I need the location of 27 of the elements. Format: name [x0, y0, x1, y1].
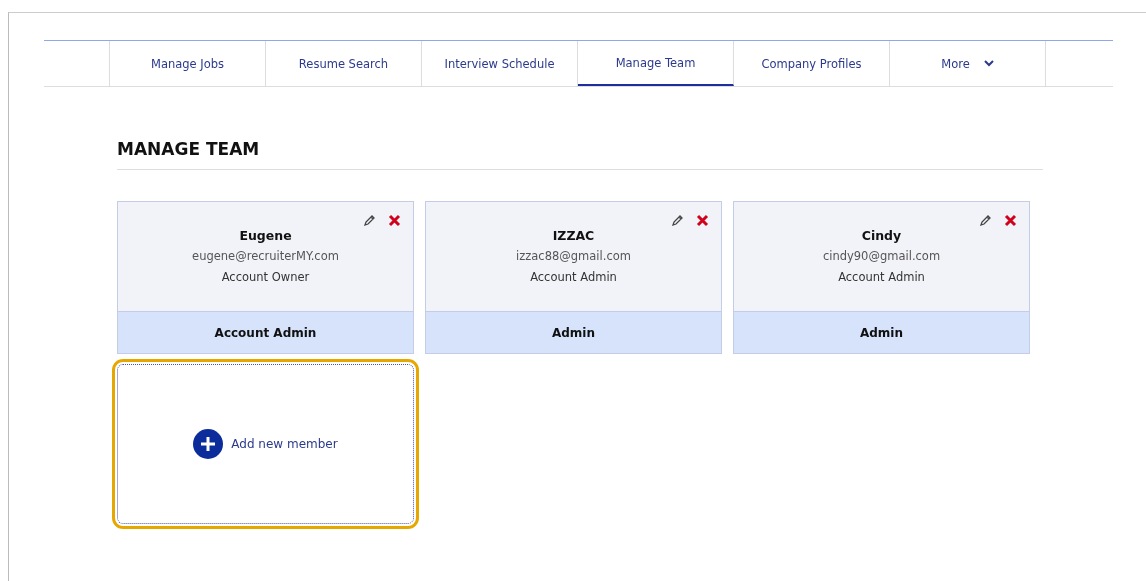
access-level-bar: Admin: [734, 311, 1029, 353]
pencil-icon[interactable]: [363, 214, 376, 227]
member-name: Cindy: [860, 228, 903, 243]
access-level-bar: Account Admin: [118, 311, 413, 353]
pencil-icon[interactable]: [671, 214, 684, 227]
page-heading: MANAGE TEAM: [117, 139, 1043, 170]
chevron-down-icon: [983, 60, 994, 67]
access-level-bar: Admin: [426, 311, 721, 353]
member-role: Account Admin: [837, 270, 926, 284]
member-role: Account Owner: [220, 270, 311, 284]
nav-tab[interactable]: Manage Team: [578, 41, 734, 86]
nav-tab[interactable]: Interview Schedule: [422, 41, 578, 86]
close-icon[interactable]: [1004, 214, 1017, 227]
member-email: cindy90@gmail.com: [821, 249, 942, 263]
member-name: IZZAC: [551, 228, 596, 243]
plus-icon: [193, 429, 224, 459]
member-name: Eugene: [238, 228, 293, 243]
nav-tab[interactable]: More: [890, 41, 1046, 86]
member-email: izzac88@gmail.com: [515, 249, 632, 263]
member-email: eugene@recruiterMY.com: [191, 249, 340, 263]
pencil-icon[interactable]: [979, 214, 992, 227]
nav-tab[interactable]: Manage Jobs: [110, 41, 266, 86]
nav-tab[interactable]: Company Profiles: [734, 41, 890, 86]
close-icon[interactable]: [696, 214, 709, 227]
member-role: Account Admin: [529, 270, 618, 284]
nav-tab[interactable]: Resume Search: [266, 41, 422, 86]
close-icon[interactable]: [388, 214, 401, 227]
